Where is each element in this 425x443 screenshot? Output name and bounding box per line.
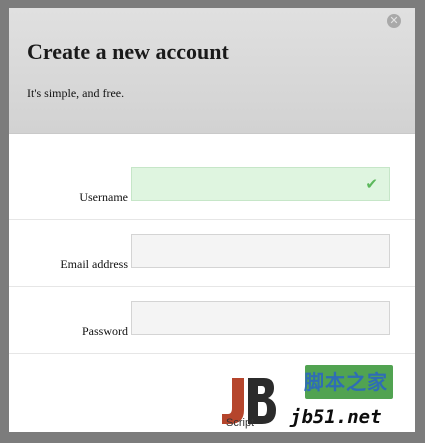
modal-subtitle: It's simple, and free. — [27, 86, 125, 100]
password-input[interactable] — [131, 301, 390, 335]
watermark-logo-text: Script — [226, 417, 255, 429]
form-row-email: Email address — [9, 220, 415, 287]
email-input[interactable] — [131, 234, 390, 268]
email-label: Email address — [60, 257, 128, 271]
check-icon: ✔ — [365, 175, 378, 193]
watermark-url-text: jb51.net — [290, 406, 382, 428]
form-row-username: Username ✔ — [9, 153, 415, 220]
modal-header: Create a new account It's simple, and fr… — [9, 8, 415, 134]
password-label: Password — [81, 324, 128, 338]
form-row-password: Password — [9, 287, 415, 354]
username-input[interactable]: ✔ — [131, 167, 390, 201]
watermark-chinese-text: 脚本之家 — [304, 370, 388, 394]
close-icon[interactable]: ✕ — [387, 14, 401, 28]
modal-title: Create a new account — [27, 39, 229, 64]
username-label: Username — [79, 190, 128, 204]
